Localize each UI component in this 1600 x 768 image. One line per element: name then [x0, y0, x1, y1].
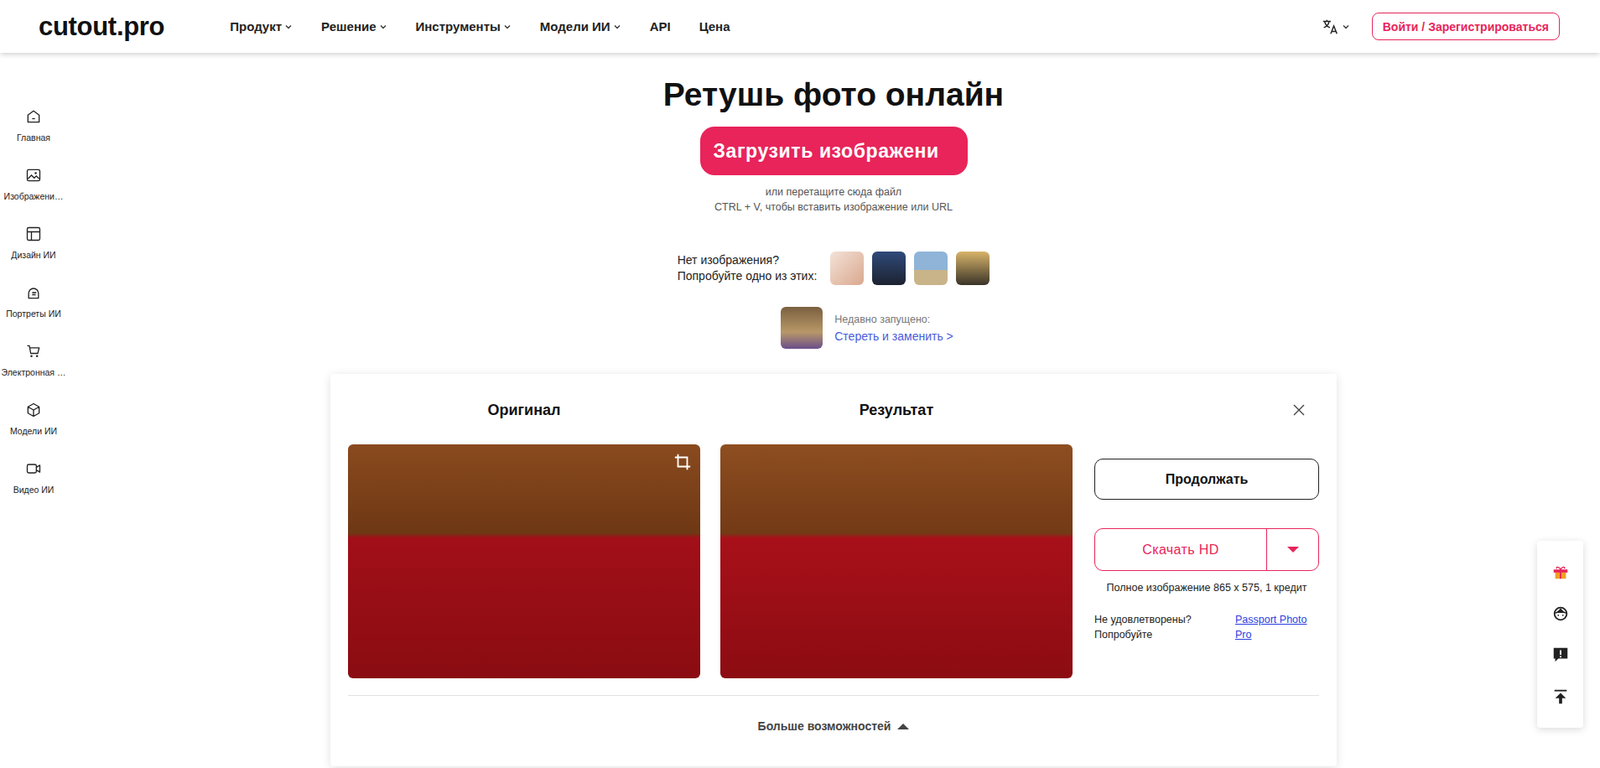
continue-button[interactable]: Продолжать — [1094, 458, 1320, 500]
paste-hint: CTRL + V, чтобы вставить изображение или… — [714, 199, 953, 215]
upload-button[interactable]: Загрузить изображени — [700, 126, 968, 176]
gift-icon[interactable] — [1551, 562, 1570, 582]
caret-up-icon — [897, 723, 910, 730]
result-card: Оригинал Результат Продолжать Скачать HD Пол… — [330, 374, 1337, 767]
feedback-icon[interactable] — [1551, 645, 1570, 665]
page-title: Ретушь фото онлайн — [663, 75, 1004, 115]
caret-down-icon — [1287, 546, 1299, 553]
chevron-down-icon — [1341, 22, 1351, 32]
sidebar-item[interactable]: Видео ИИ — [13, 460, 55, 520]
chevron-down-icon — [284, 22, 293, 32]
nav-item[interactable]: Продукт — [229, 19, 293, 34]
sidebar-item[interactable]: Электронная … — [1, 342, 67, 402]
crop-icon[interactable] — [673, 452, 692, 472]
download-split-button: Скачать HD — [1094, 528, 1320, 572]
main-nav: Продукт Решение Инструменты Модели ИИ API Цен… — [229, 19, 730, 34]
download-button[interactable]: Скачать HD — [1095, 529, 1267, 571]
result-image — [720, 444, 1073, 679]
login-button[interactable]: Войти / Зарегистрироваться — [1371, 12, 1560, 41]
floating-toolbar — [1537, 540, 1584, 728]
language-selector[interactable] — [1320, 17, 1351, 37]
sidebar-item[interactable]: Дизайн ИИ — [10, 225, 56, 285]
portrait-icon — [25, 284, 42, 302]
sample-images: Нет изображения?Попробуйте одно из этих: — [677, 251, 991, 286]
video-icon — [25, 460, 42, 478]
samples-label: Нет изображения?Попробуйте одно из этих: — [677, 252, 818, 285]
recent-link[interactable]: Стереть и заменить > — [834, 327, 954, 345]
translate-icon — [1320, 17, 1340, 37]
sidebar-item[interactable]: Портреты ИИ — [5, 284, 62, 343]
nav-item[interactable]: Модели ИИ — [540, 19, 622, 34]
nav-item[interactable]: Цена — [699, 19, 731, 34]
page: cutout.pro Продукт Решение Инструменты Модел… — [0, 0, 1600, 768]
logo[interactable]: cutout.pro — [38, 11, 165, 42]
sample-thumbnail[interactable] — [830, 251, 864, 286]
actions-panel: Продолжать Скачать HD Полное изображение 8… — [1092, 444, 1320, 679]
drop-hint: или перетащите сюда файл — [765, 184, 902, 200]
original-image — [348, 444, 701, 679]
cart-icon — [25, 342, 42, 360]
layout-icon — [25, 225, 42, 243]
chevron-down-icon — [379, 22, 388, 32]
home-icon — [25, 108, 42, 125]
recent-label: Недавно запущено: — [834, 311, 954, 328]
image-info: Полное изображение 865 x 575, 1 кредит — [1094, 581, 1320, 594]
sample-thumbnail[interactable] — [872, 251, 906, 286]
top-bar: cutout.pro Продукт Решение Инструменты Модел… — [0, 0, 1600, 53]
result-heading: Результат — [720, 399, 1073, 421]
alternative-link[interactable]: Passport Photo Pro — [1235, 612, 1320, 643]
sidebar-item[interactable]: Модели ИИ — [10, 401, 58, 461]
original-heading: Оригинал — [348, 399, 701, 421]
chevron-down-icon — [612, 22, 622, 32]
cube-icon — [25, 401, 42, 419]
sample-thumbnail[interactable] — [914, 251, 948, 286]
recent-tool: Недавно запущено:Стереть и заменить > — [780, 306, 954, 349]
nav-item[interactable]: Решение — [321, 19, 387, 34]
image-icon — [25, 166, 42, 184]
alternative-suggestion: Не удовлетворены?ПопробуйтеPassport Phot… — [1094, 612, 1320, 643]
chevron-down-icon — [503, 22, 512, 32]
sample-thumbnail[interactable] — [955, 251, 990, 286]
recent-thumbnail[interactable] — [780, 306, 823, 349]
close-icon[interactable] — [1292, 403, 1306, 417]
more-options-toggle[interactable]: Больше возможностей — [348, 719, 1320, 733]
nav-item[interactable]: API — [649, 19, 671, 34]
support-face-icon[interactable] — [1551, 604, 1570, 624]
back-to-top-icon[interactable] — [1551, 687, 1570, 707]
main-content: Ретушь фото онлайн Загрузить изображени ил… — [67, 52, 1600, 768]
sidebar-item[interactable]: Изображени… — [4, 166, 64, 226]
sidebar-item[interactable]: Главная — [16, 108, 51, 167]
nav-item[interactable]: Инструменты — [415, 19, 512, 34]
download-options-button[interactable] — [1266, 529, 1319, 571]
sidebar: ГлавнаяИзображени…Дизайн ИИПортреты ИИЭл… — [0, 52, 68, 768]
